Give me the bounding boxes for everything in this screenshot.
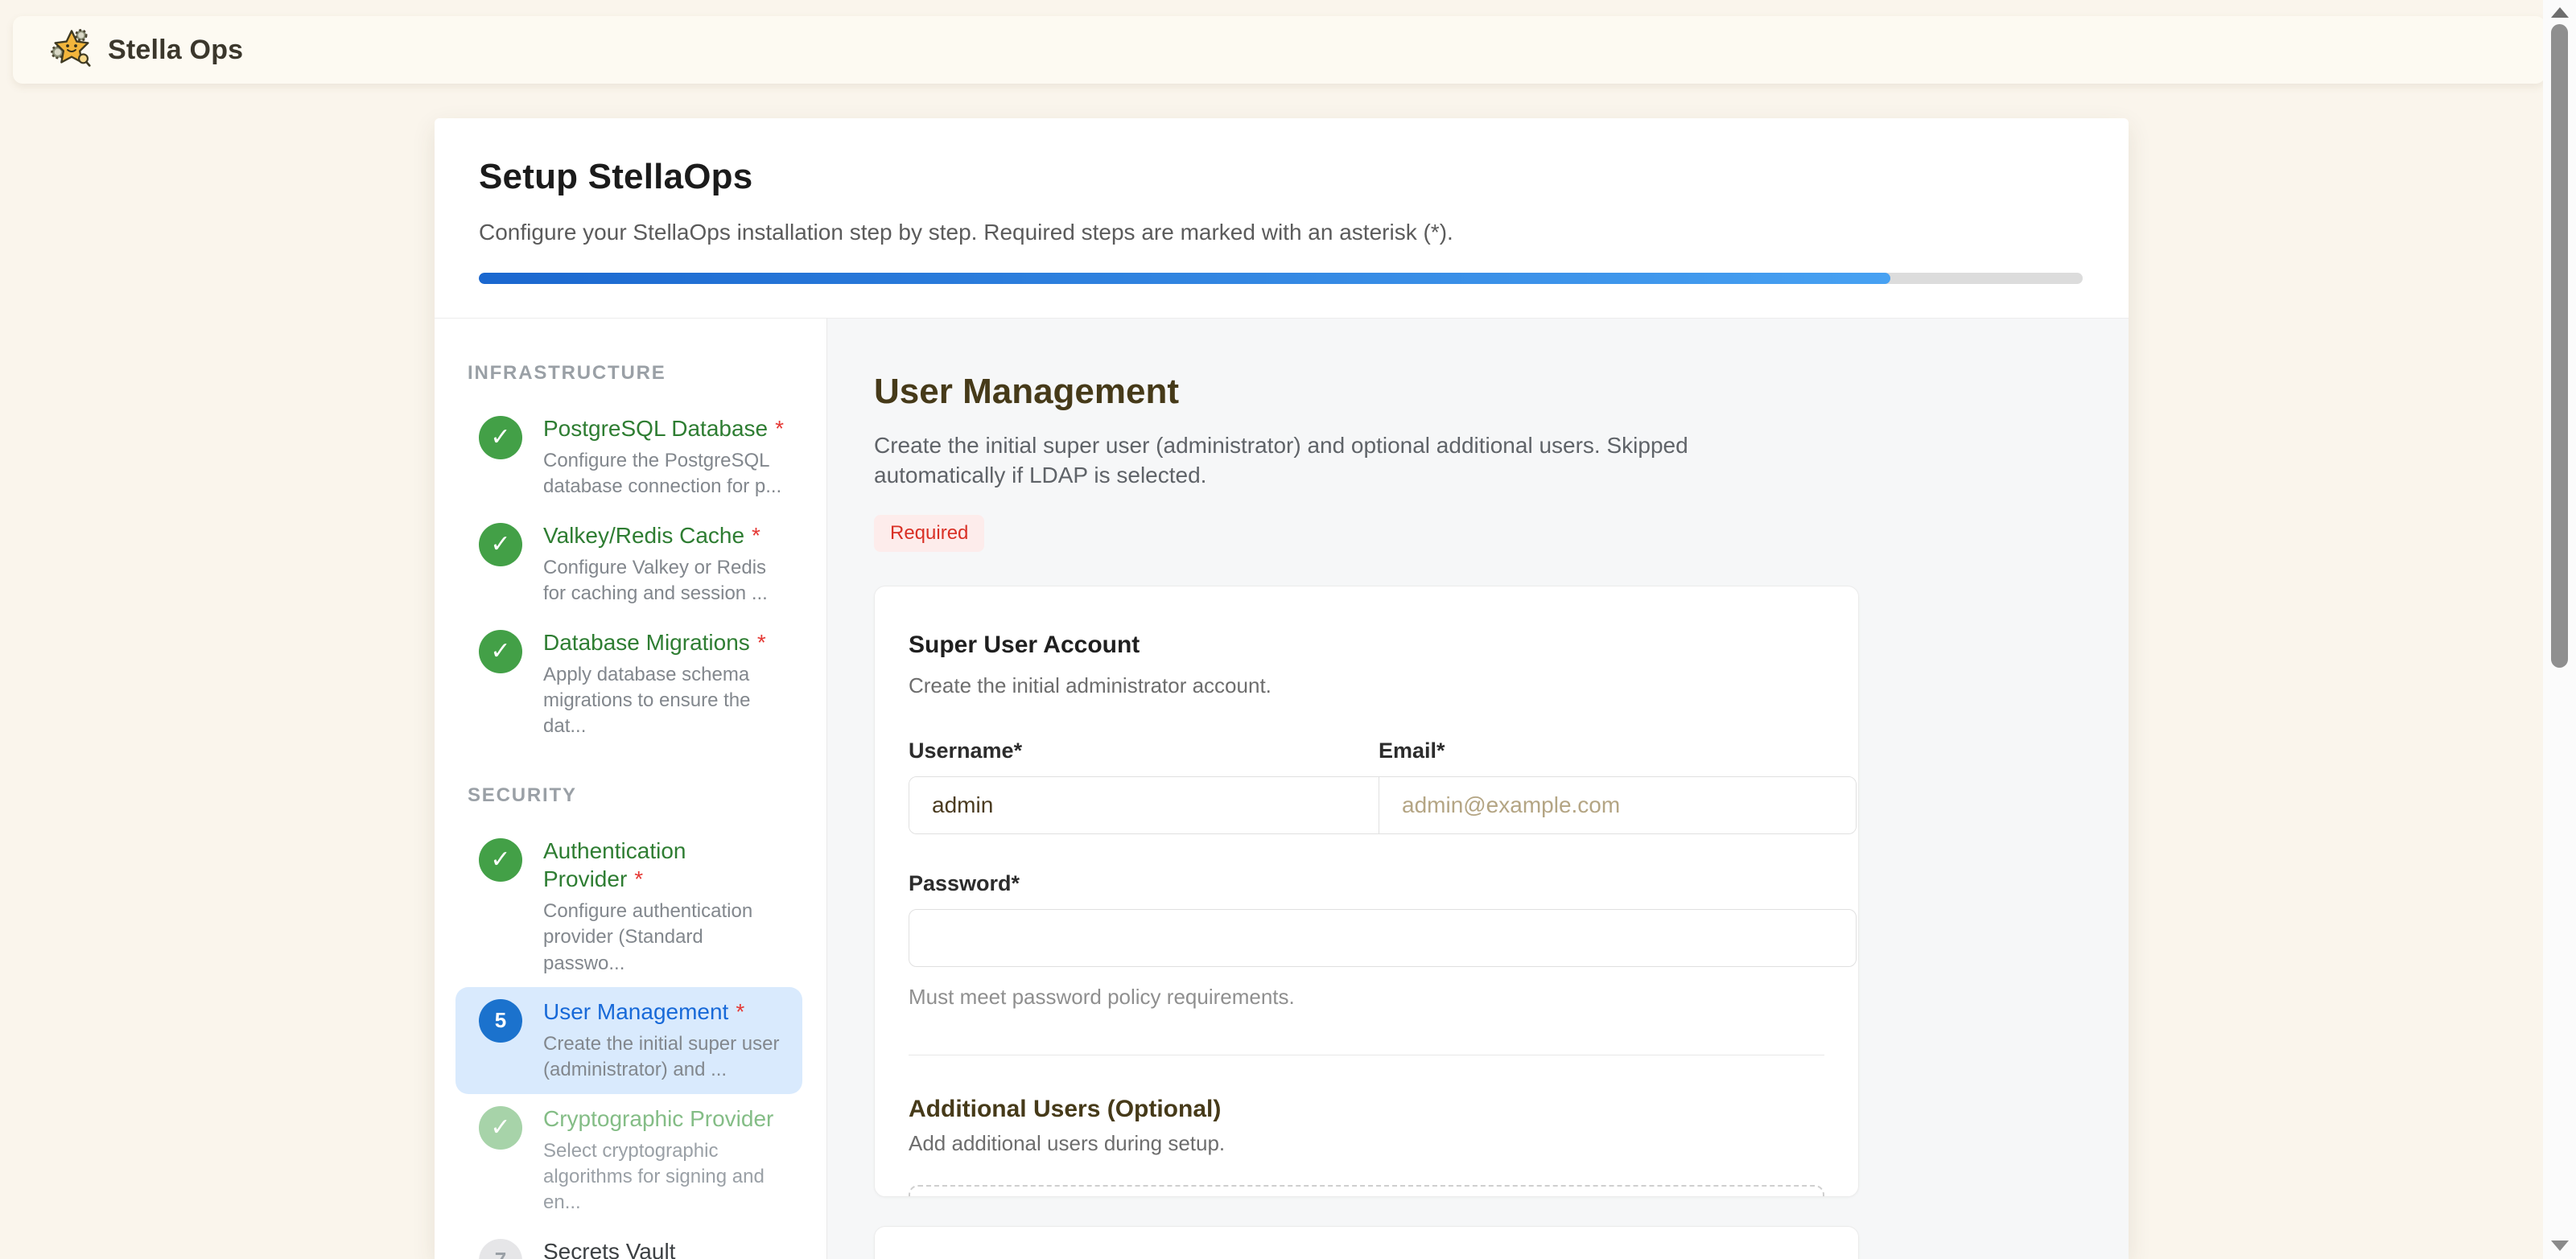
sidebar-item-valkey-redis-cache[interactable]: ✓ Valkey/Redis Cache* Configure Valkey o… xyxy=(455,511,802,618)
step-content-panel: User Management Create the initial super… xyxy=(827,319,2129,1259)
step-number-badge: 7 xyxy=(479,1239,522,1259)
app-title: Stella Ops xyxy=(108,35,243,66)
app-header: Stella Ops xyxy=(13,16,2545,84)
wizard-header: Setup StellaOps Configure your StellaOps… xyxy=(435,118,2129,319)
validation-checks-card: Validation Checks - connectivity Check p… xyxy=(874,1226,1859,1259)
step-title: Valkey/Redis Cache* xyxy=(543,521,788,549)
sidebar-item-cryptographic-provider[interactable]: ✓ Cryptographic Provider Select cryptogr… xyxy=(455,1094,802,1227)
step-title: Database Migrations* xyxy=(543,628,788,656)
username-label: Username* xyxy=(909,739,1379,763)
step-title: Authentication Provider* xyxy=(543,837,788,893)
step-heading: User Management xyxy=(874,372,2129,412)
check-icon: ✓ xyxy=(479,1106,522,1150)
step-description: Configure the PostgreSQL database connec… xyxy=(543,448,788,500)
username-input[interactable] xyxy=(909,777,1379,833)
section-security: SECURITY xyxy=(468,784,802,807)
password-label: Password* xyxy=(909,871,1824,896)
step-description: Select cryptographic algorithms for sign… xyxy=(543,1138,788,1216)
additional-users-title: Additional Users (Optional) xyxy=(909,1096,1824,1123)
progress-bar xyxy=(479,273,2083,284)
card-title: Super User Account xyxy=(909,632,1824,659)
setup-wizard-card: Setup StellaOps Configure your StellaOps… xyxy=(435,118,2129,1259)
scrollbar-thumb[interactable] xyxy=(2551,24,2568,668)
step-heading-description: Create the initial super user (administr… xyxy=(874,431,1759,491)
page-scrollbar[interactable] xyxy=(2543,0,2576,1259)
page-subtitle: Configure your StellaOps installation st… xyxy=(479,220,2083,245)
check-icon: ✓ xyxy=(479,630,522,673)
check-icon: ✓ xyxy=(479,523,522,566)
scrollbar-down-arrow-icon[interactable] xyxy=(2551,1240,2569,1251)
step-description: Create the initial super user (administr… xyxy=(543,1031,788,1084)
step-description: Configure Valkey or Redis for caching an… xyxy=(543,555,788,607)
step-title: User Management* xyxy=(543,998,788,1026)
email-label: Email* xyxy=(1379,739,1445,763)
step-title: Cryptographic Provider xyxy=(543,1105,788,1133)
password-hint: Must meet password policy requirements. xyxy=(909,985,1824,1010)
additional-users-subtitle: Add additional users during setup. xyxy=(909,1131,1824,1156)
add-another-user-button[interactable]: + Add Another User xyxy=(909,1185,1824,1197)
sidebar-item-authentication-provider[interactable]: ✓ Authentication Provider* Configure aut… xyxy=(455,826,802,987)
check-icon: ✓ xyxy=(479,838,522,882)
password-input[interactable] xyxy=(909,909,1857,967)
stella-ops-logo-icon xyxy=(48,27,95,73)
step-description: Configure authentication provider (Stand… xyxy=(543,899,788,977)
email-input[interactable] xyxy=(1379,777,1856,833)
page-title: Setup StellaOps xyxy=(479,157,2083,197)
super-user-account-card: Super User Account Create the initial ad… xyxy=(874,586,1859,1197)
sidebar-item-database-migrations[interactable]: ✓ Database Migrations* Apply database sc… xyxy=(455,618,802,751)
step-number-badge: 5 xyxy=(479,999,522,1043)
required-badge: Required xyxy=(874,515,984,552)
step-title: PostgreSQL Database* xyxy=(543,414,788,442)
card-subtitle: Create the initial administrator account… xyxy=(909,673,1824,698)
step-title: Secrets Vault xyxy=(543,1237,788,1259)
steps-sidebar: INFRASTRUCTURE ✓ PostgreSQL Database* Co… xyxy=(435,319,827,1259)
progress-fill xyxy=(479,273,1890,284)
scrollbar-up-arrow-icon[interactable] xyxy=(2551,7,2569,18)
section-infrastructure: INFRASTRUCTURE xyxy=(468,362,802,385)
sidebar-item-postgresql-database[interactable]: ✓ PostgreSQL Database* Configure the Pos… xyxy=(455,404,802,511)
check-icon: ✓ xyxy=(479,416,522,459)
sidebar-item-user-management[interactable]: 5 User Management* Create the initial su… xyxy=(455,987,802,1094)
step-description: Apply database schema migrations to ensu… xyxy=(543,662,788,740)
sidebar-item-secrets-vault[interactable]: 7 Secrets Vault Configure a secrets vaul… xyxy=(455,1227,802,1259)
